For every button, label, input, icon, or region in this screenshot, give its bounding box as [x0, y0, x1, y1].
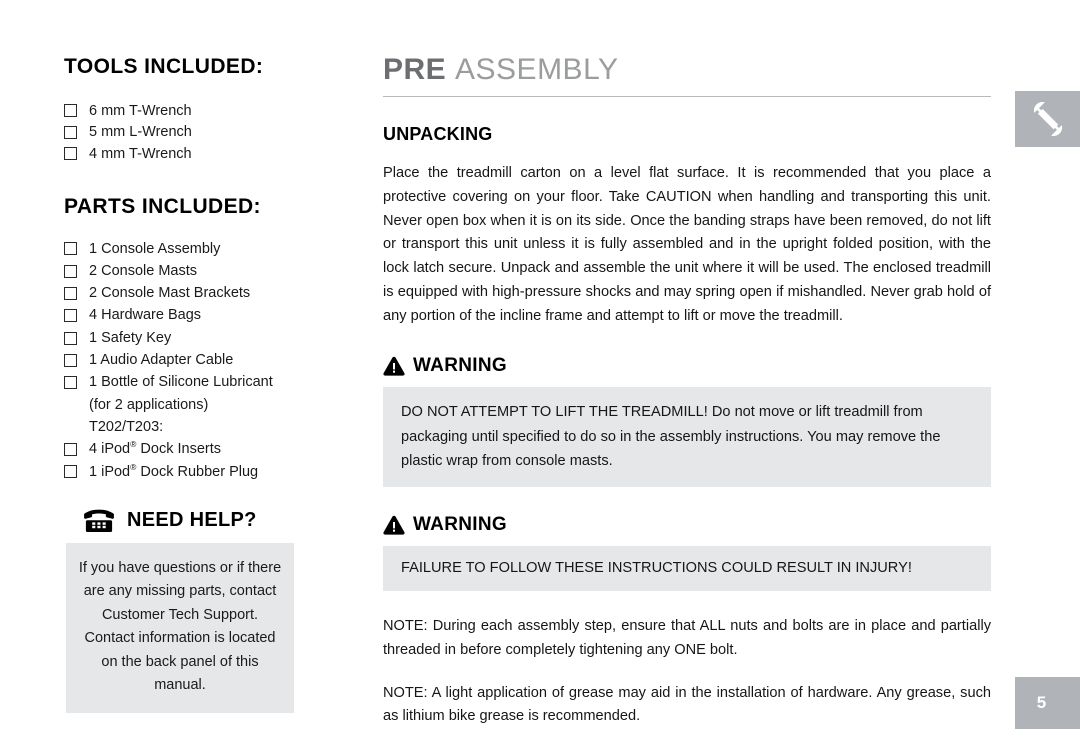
warning-2-header: WARNING	[383, 514, 991, 536]
list-item: 4 Hardware Bags	[64, 305, 364, 327]
checkbox[interactable]	[64, 264, 77, 278]
warning-1-header: WARNING	[383, 355, 991, 377]
page-title: PRE ASSEMBLY	[383, 55, 991, 96]
page-number: 5	[1036, 693, 1047, 712]
warning-1-body: DO NOT ATTEMPT TO LIFT THE TREADMILL! Do…	[383, 387, 991, 488]
checkbox[interactable]	[64, 443, 77, 456]
need-help-body: If you have questions or if there are an…	[66, 542, 294, 713]
checkbox[interactable]	[64, 286, 77, 300]
list-item-label: 1 Bottle of Silicone Lubricant	[89, 374, 273, 391]
checkbox[interactable]	[64, 331, 77, 345]
list-item-label: 5 mm L-Wrench	[89, 124, 192, 141]
checkbox[interactable]	[64, 465, 77, 479]
tools-included-list: 6 mm T-Wrench 5 mm L-Wrench 4 mm T-Wrench	[64, 100, 364, 165]
list-item-label: T202/T203:	[89, 418, 164, 435]
parts-included-list: 1 Console Assembly 2 Console Masts 2 Conso…	[64, 238, 364, 483]
list-item-label: 1 Audio Adapter Cable	[89, 352, 234, 369]
checkbox[interactable]	[64, 242, 77, 256]
page-title-light: ASSEMBLY	[455, 53, 619, 86]
list-item: (for 2 applications)	[64, 394, 364, 416]
page-title-bold: PRE	[383, 53, 447, 86]
page-number-tab: 5	[1015, 677, 1080, 729]
warning-2-body: FAILURE TO FOLLOW THESE INSTRUCTIONS COU…	[383, 546, 991, 592]
list-item: 6 mm T-Wrench	[64, 100, 364, 122]
list-item-label: 1 iPod® Dock Rubber Plug	[89, 461, 259, 480]
list-item-label: (for 2 applications)	[89, 396, 209, 413]
list-item: 4 mm T-Wrench	[64, 143, 364, 165]
main-content-column: PRE ASSEMBLY UNPACKING Place the treadmi…	[383, 55, 991, 744]
list-item-label: 4 iPod® Dock Inserts	[89, 439, 221, 458]
warning-triangle-icon	[383, 356, 405, 377]
title-divider	[383, 96, 991, 97]
list-item: 4 iPod® Dock Inserts	[64, 438, 364, 460]
unpacking-title: UNPACKING	[383, 124, 493, 144]
list-item-label: 2 Console Mast Brackets	[89, 285, 251, 302]
list-item: 1 iPod® Dock Rubber Plug	[64, 461, 364, 483]
need-help-title: NEED HELP?	[127, 509, 257, 532]
list-item-label: 2 Console Masts	[89, 262, 197, 279]
list-item: 5 mm L-Wrench	[64, 122, 364, 144]
list-item: 1 Bottle of Silicone Lubricant	[64, 371, 364, 393]
checkbox[interactable]	[64, 147, 77, 161]
warning-triangle-icon	[383, 515, 405, 535]
list-item: T202/T203:	[64, 416, 364, 438]
note-1: NOTE: During each assembly step, ensure …	[383, 618, 991, 658]
telephone-icon	[82, 509, 116, 533]
warning-1-title: WARNING	[413, 355, 507, 377]
checkbox[interactable]	[64, 125, 77, 139]
wrench-icon	[1031, 101, 1065, 137]
list-item-label: 4 Hardware Bags	[89, 307, 202, 324]
list-item-label: 4 mm T-Wrench	[89, 145, 192, 162]
warning-2-title: WARNING	[413, 514, 507, 536]
need-help-header: NEED HELP?	[64, 509, 364, 533]
checkbox[interactable]	[64, 309, 77, 323]
left-sidebar-column: TOOLS INCLUDED: 6 mm T-Wrench 5 mm L-Wren…	[64, 55, 364, 713]
wrench-tab	[1015, 91, 1080, 147]
list-item: 1 Audio Adapter Cable	[64, 349, 364, 371]
checkbox[interactable]	[64, 353, 77, 367]
tools-included-title: TOOLS INCLUDED:	[64, 55, 264, 78]
note-2: NOTE: A light application of grease may …	[383, 684, 991, 725]
list-item: 1 Safety Key	[64, 327, 364, 349]
checkbox[interactable]	[64, 104, 77, 118]
unpacking-body: Place the treadmill carton on a level fl…	[383, 165, 991, 324]
parts-included-title: PARTS INCLUDED:	[64, 194, 261, 218]
list-item: 2 Console Mast Brackets	[64, 282, 364, 304]
list-item: 2 Console Masts	[64, 260, 364, 282]
list-item-label: 1 Console Assembly	[89, 240, 221, 257]
list-item: 1 Console Assembly	[64, 238, 364, 260]
checkbox[interactable]	[64, 376, 77, 390]
list-item-label: 6 mm T-Wrench	[89, 102, 192, 119]
list-item-label: 1 Safety Key	[89, 329, 172, 346]
